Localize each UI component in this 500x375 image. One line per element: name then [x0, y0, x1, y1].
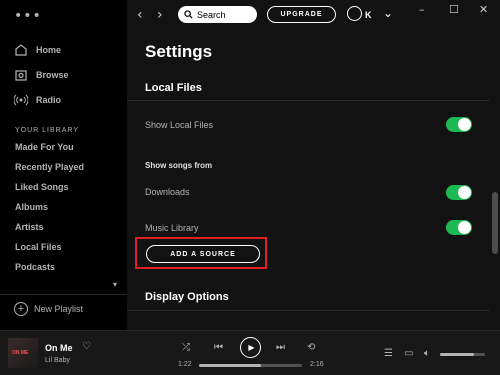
page-title: Settings — [145, 42, 213, 61]
toggle-show-local-files[interactable] — [446, 117, 472, 132]
divider — [127, 310, 490, 311]
chevron-down-icon[interactable]: ⌄ — [383, 6, 393, 20]
sidebar-item-artists[interactable]: Artists — [15, 222, 44, 232]
sidebar-item-made-for-you[interactable]: Made For You — [15, 142, 74, 152]
sidebar-item-label: Home — [36, 45, 62, 55]
section-title-display-options: Display Options — [145, 291, 229, 303]
divider — [0, 294, 127, 295]
new-playlist-label: New Playlist — [34, 304, 84, 314]
setting-label-music-library: Music Library — [145, 223, 199, 233]
sidebar-item-label: Browse — [36, 70, 69, 80]
user-icon[interactable] — [347, 6, 362, 21]
track-title[interactable]: On Me — [45, 343, 73, 353]
search-input[interactable]: Search — [178, 6, 257, 23]
next-icon[interactable]: ⏭ — [276, 342, 285, 353]
maximize-icon[interactable]: ☐ — [449, 3, 459, 16]
search-icon — [184, 10, 193, 19]
toggle-downloads[interactable] — [446, 185, 472, 200]
sidebar-item-liked-songs[interactable]: Liked Songs — [15, 182, 69, 192]
plus-icon: + — [14, 302, 28, 316]
previous-icon[interactable]: ⏮ — [214, 342, 223, 353]
settings-panel: Settings Local Files Show Local Files Sh… — [127, 30, 490, 330]
sidebar-item-albums[interactable]: Albums — [15, 202, 48, 212]
setting-label-show-local-files: Show Local Files — [145, 120, 214, 130]
new-playlist-button[interactable]: + New Playlist — [14, 302, 83, 316]
devices-icon[interactable]: ▭ — [404, 348, 413, 359]
chevron-down-icon[interactable]: ▾ — [113, 280, 117, 289]
library-heading: YOUR LIBRARY — [15, 127, 79, 134]
more-menu-icon[interactable]: ••• — [14, 8, 42, 24]
scroll-thumb[interactable] — [492, 192, 498, 254]
minimize-icon[interactable]: – — [419, 3, 425, 16]
duration-time: 2:16 — [310, 361, 324, 368]
close-icon[interactable]: ✕ — [479, 3, 488, 16]
sidebar-item-local-files[interactable]: Local Files — [15, 242, 62, 252]
sidebar-item-label: Radio — [36, 95, 62, 105]
back-arrow-icon[interactable]: ‹ — [137, 7, 143, 23]
sidebar-item-recently-played[interactable]: Recently Played — [15, 162, 84, 172]
sidebar-item-radio[interactable]: Radio — [14, 93, 61, 107]
scrollbar[interactable] — [490, 30, 500, 330]
progress-fill — [199, 364, 261, 367]
volume-slider[interactable] — [440, 353, 485, 356]
progress-bar[interactable] — [199, 364, 302, 367]
add-source-button[interactable]: ADD A SOURCE — [146, 245, 260, 263]
elapsed-time: 1:22 — [178, 361, 192, 368]
album-art[interactable]: ON ME — [8, 338, 38, 368]
player-bar: ON ME On Me Lil Baby ♡ ⤮ ⏮ ▶ ⏭ ⟲ 1:22 2:… — [0, 330, 500, 375]
setting-label-downloads: Downloads — [145, 187, 190, 197]
heart-icon[interactable]: ♡ — [82, 341, 91, 352]
home-icon — [15, 44, 27, 56]
volume-fill — [440, 353, 474, 356]
forward-arrow-icon[interactable]: › — [157, 7, 163, 23]
play-icon: ▶ — [248, 343, 255, 352]
play-button[interactable]: ▶ — [240, 337, 261, 358]
section-title-local-files: Local Files — [145, 82, 202, 94]
sidebar-item-home[interactable]: Home — [14, 43, 61, 57]
sidebar-item-podcasts[interactable]: Podcasts — [15, 262, 55, 272]
top-bar: ‹ › Search UPGRADE K ⌄ – ☐ ✕ — [127, 0, 500, 30]
sidebar-item-browse[interactable]: Browse — [14, 68, 69, 82]
radio-icon — [14, 94, 28, 106]
user-name[interactable]: K — [365, 10, 372, 20]
sidebar: ••• Home Browse Radio YOUR LIBRARY Made … — [0, 0, 127, 330]
shuffle-icon[interactable]: ⤮ — [182, 342, 190, 353]
divider — [127, 100, 490, 101]
search-label: Search — [197, 9, 226, 20]
show-songs-from-heading: Show songs from — [145, 161, 213, 170]
queue-icon[interactable]: ☰ — [384, 348, 393, 359]
upgrade-button[interactable]: UPGRADE — [267, 6, 336, 23]
toggle-music-library[interactable] — [446, 220, 472, 235]
volume-icon[interactable]: 🔈︎ — [424, 348, 430, 359]
repeat-icon[interactable]: ⟲ — [307, 342, 315, 353]
browse-icon — [15, 70, 27, 81]
track-artist[interactable]: Lil Baby — [45, 357, 70, 364]
album-art-text: ON ME — [12, 350, 29, 356]
